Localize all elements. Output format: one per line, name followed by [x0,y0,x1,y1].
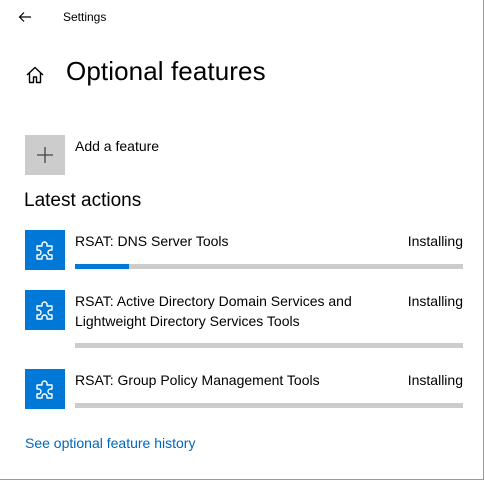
feature-name: RSAT: Group Policy Management Tools [75,372,320,388]
latest-action-item: RSAT: Active Directory Domain Services a… [25,290,463,350]
add-feature-tile [25,135,65,175]
install-progress-bar [75,264,463,269]
latest-actions-heading: Latest actions [24,190,142,211]
feature-tile [25,369,65,409]
settings-window: Settings Optional features Add a feature… [0,0,484,480]
home-icon[interactable] [24,64,46,86]
feature-name: RSAT: DNS Server Tools [75,233,229,249]
feature-tile [25,230,65,270]
install-progress-fill [75,264,130,269]
latest-action-item: RSAT: Group Policy Management Tools Inst… [25,369,463,411]
feature-status: Installing [407,372,463,388]
add-feature-button[interactable]: Add a feature [25,135,159,175]
title-bar: Settings [0,0,483,34]
install-progress-bar [75,343,463,348]
add-feature-label: Add a feature [75,138,160,154]
latest-action-item: RSAT: DNS Server Tools Installing [25,230,463,272]
feature-name: RSAT: Active Directory Domain Services a… [75,293,352,329]
plus-icon [37,147,53,163]
feature-status: Installing [407,233,463,249]
puzzle-piece-icon [36,241,53,260]
optional-feature-history-link[interactable]: See optional feature history [25,435,195,451]
feature-status: Installing [407,293,463,309]
puzzle-piece-icon [36,380,53,399]
puzzle-piece-icon [36,301,53,320]
feature-tile [25,290,65,330]
back-arrow-icon [18,12,31,22]
page-title: Optional features [66,56,266,86]
app-title: Settings [63,10,107,24]
back-button[interactable] [12,5,38,29]
install-progress-bar [75,403,463,408]
page-header: Optional features [0,52,483,96]
